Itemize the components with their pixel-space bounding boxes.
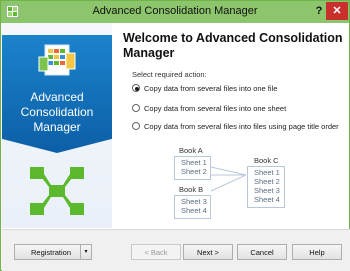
help-icon[interactable]: ? xyxy=(312,3,326,19)
cancel-button[interactable]: Cancel xyxy=(237,244,287,260)
help-button[interactable]: Help xyxy=(292,244,342,260)
sidebar-title-line2: Manager xyxy=(33,120,81,134)
radio-icon[interactable] xyxy=(132,122,140,130)
title-bar[interactable]: Advanced Consolidation Manager ? ✕ xyxy=(1,1,349,23)
registration-label: Registration xyxy=(31,248,72,257)
option-one-file[interactable]: Copy data from several files into one fi… xyxy=(132,84,342,94)
spreadsheet-logo-icon xyxy=(38,44,76,76)
sidebar-title: Advanced Consolidation Manager xyxy=(2,90,112,135)
close-button[interactable]: ✕ xyxy=(326,2,348,20)
next-button[interactable]: Next > xyxy=(183,244,233,260)
registration-button[interactable]: Registration ▾ xyxy=(14,244,92,260)
book-a-label: Book A xyxy=(179,146,203,155)
page-title-line1: Welcome to Advanced Consolidation xyxy=(123,31,343,45)
sidebar-banner: Advanced Consolidation Manager xyxy=(2,35,112,153)
radio-icon[interactable] xyxy=(132,104,140,112)
sidebar-title-line1: Advanced Consolidation xyxy=(20,90,94,119)
option-label: Copy data from several files into files … xyxy=(144,122,339,131)
book-b-label: Book B xyxy=(179,185,204,194)
option-label: Copy data from several files into one sh… xyxy=(144,104,287,113)
sheet-label: Sheet 4 xyxy=(181,206,207,215)
window-title: Advanced Consolidation Manager xyxy=(92,5,258,17)
option-page-title-order[interactable]: Copy data from several files into files … xyxy=(132,122,342,142)
wizard-window: Advanced Consolidation Manager ? ✕ Advan… xyxy=(0,0,350,271)
page-title-line2: Manager xyxy=(123,46,175,60)
sidebar: Advanced Consolidation Manager xyxy=(2,23,112,228)
option-one-sheet[interactable]: Copy data from several files into one sh… xyxy=(132,104,342,114)
action-prompt: Select required action: xyxy=(132,70,207,79)
page-title: Welcome to Advanced Consolidation Manage… xyxy=(123,31,343,61)
sheet-label: Sheet 1 xyxy=(254,168,280,177)
radio-selected-icon[interactable] xyxy=(132,84,140,92)
book-c-label: Book C xyxy=(254,156,279,165)
sheet-label: Sheet 4 xyxy=(254,195,280,204)
back-button[interactable]: < Back xyxy=(131,244,181,260)
option-label: Copy data from several files into one fi… xyxy=(144,84,278,93)
sheet-label: Sheet 3 xyxy=(254,186,280,195)
chevron-down-icon[interactable]: ▾ xyxy=(80,245,91,259)
book-c-sheets: Sheet 1 Sheet 2 Sheet 3 Sheet 4 xyxy=(247,166,285,208)
consolidation-x-icon xyxy=(30,167,84,215)
diagram-connectors xyxy=(210,166,246,192)
sheet-label: Sheet 2 xyxy=(254,177,280,186)
